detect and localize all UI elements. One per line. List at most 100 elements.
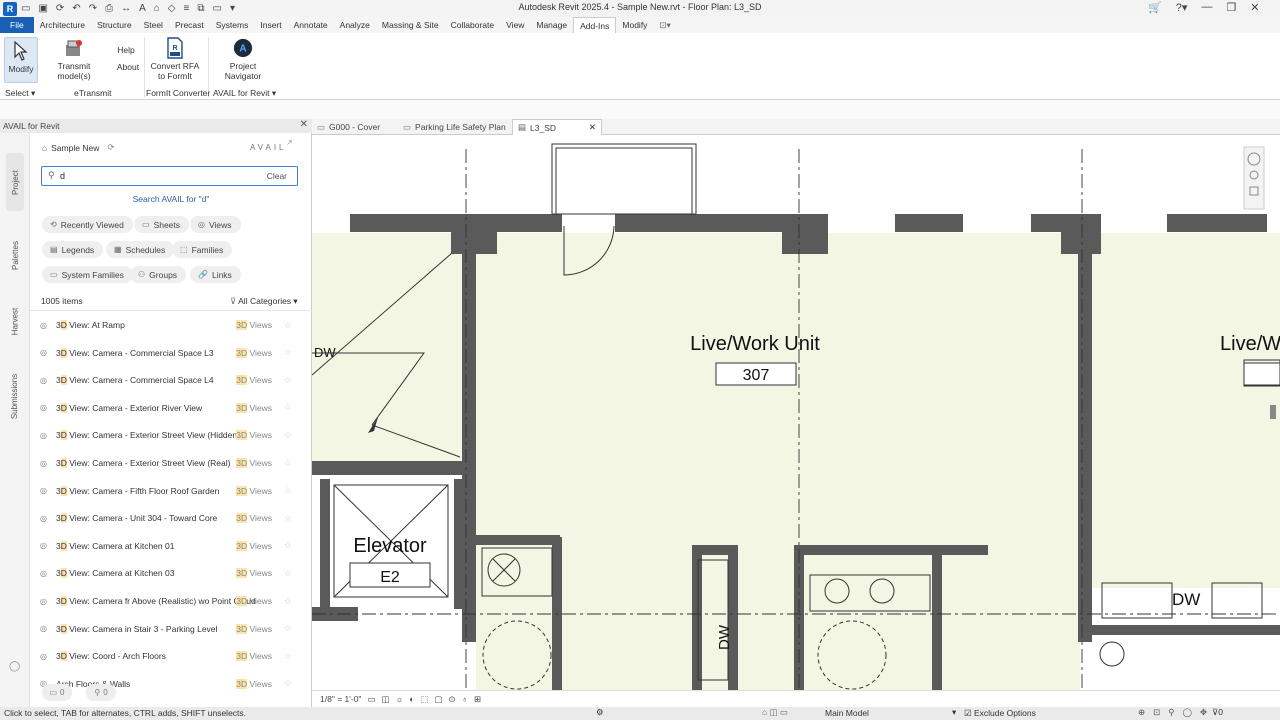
favorite-star-icon[interactable]: ☆ [284, 651, 292, 662]
tab-modify[interactable]: Modify [616, 17, 653, 33]
project-navigator-button[interactable]: A Project Navigator [218, 38, 268, 81]
active-model-dropdown[interactable]: Main Model [825, 708, 869, 718]
transmit-models-button[interactable]: Transmit model(s) [42, 38, 106, 81]
favorite-star-icon[interactable]: ☆ [284, 320, 292, 331]
elevator-label[interactable]: Elevator [353, 535, 427, 557]
open-icon[interactable]: ▭ [21, 3, 30, 14]
favorite-star-icon[interactable]: ☆ [284, 540, 292, 551]
favorite-star-icon[interactable]: ☆ [284, 678, 292, 689]
tags-counter[interactable]: ⚲ 0 [86, 684, 116, 701]
favorite-star-icon[interactable]: ☆ [284, 402, 292, 413]
room-number[interactable]: 307 [743, 367, 770, 384]
tab-file[interactable]: File [0, 17, 34, 33]
favorite-star-icon[interactable]: ☆ [284, 623, 292, 634]
dw-tag-left[interactable]: DW [314, 345, 336, 360]
list-item[interactable]: ◎ 3D View: Camera - Exterior Street View … [40, 454, 302, 472]
dw-tag-vertical[interactable]: DW [716, 624, 733, 650]
list-item[interactable]: ◎ 3D View: Coord - Arch Floors 3D Views ☆ [40, 647, 302, 665]
room-number-tag-2[interactable] [1243, 362, 1280, 386]
vtab-palettes[interactable]: Palettes [6, 223, 24, 287]
contextual-dropdown-icon[interactable]: ⊡▾ [653, 17, 676, 33]
view-tab-parking-life-safety[interactable]: ▭ Parking Life Safety Plan [398, 119, 511, 135]
comments-counter[interactable]: ▭ 0 [42, 684, 72, 701]
list-item[interactable]: ◎ 3D View: Camera - Exterior Street View … [40, 426, 302, 444]
close-hidden-icon[interactable]: ⧉ [197, 3, 204, 14]
category-filter-dropdown[interactable]: ⊽ All Categories ▾ [230, 296, 298, 307]
filter-chip-links[interactable]: 🔗 Links [190, 266, 241, 283]
list-item[interactable]: ◎ 3D View: Camera - Commercial Space L3 3D… [40, 344, 302, 362]
select-group-label[interactable]: Select ▾ [5, 88, 35, 99]
vtab-project[interactable]: Project [6, 153, 24, 211]
favorite-star-icon[interactable]: ☆ [284, 458, 292, 469]
list-item[interactable]: ◎ 3D View: At Ramp 3D Views ☆ [40, 316, 302, 334]
undo-icon[interactable]: ↶ [72, 3, 80, 14]
search-box[interactable]: ⚲ d Clear [41, 166, 298, 186]
list-item[interactable]: ◎ 3D View: Camera fr Above (Realistic) wo… [40, 592, 302, 610]
vertical-scrollbar-thumb[interactable] [1270, 405, 1276, 419]
scale-selector[interactable]: 1/8" = 1'-0" [320, 694, 361, 704]
3d-view-icon[interactable]: ⌂ [154, 3, 160, 14]
tab-architecture[interactable]: Architecture [34, 17, 91, 33]
text-icon[interactable]: A [139, 3, 146, 14]
vtab-submissions[interactable]: Submissions [6, 358, 24, 434]
tab-collaborate[interactable]: Collaborate [445, 17, 500, 33]
floor-plan-drawing[interactable]: Live/Work Unit 307 Live/W Elevator E2 DW… [312, 135, 1280, 690]
list-item[interactable]: ◎ 3D View: Camera at Kitchen 01 3D Views ☆ [40, 537, 302, 555]
filter-chip-recently-viewed[interactable]: ⟲ Recently Viewed [42, 216, 133, 233]
favorite-star-icon[interactable]: ☆ [284, 568, 292, 579]
tab-massing-site[interactable]: Massing & Site [376, 17, 445, 33]
list-item[interactable]: ◎ 3D View: Camera - Commercial Space L4 3D… [40, 371, 302, 389]
modify-button[interactable]: Modify [4, 37, 38, 83]
filter-icon[interactable]: ⊽0 [1212, 707, 1223, 718]
view-tab-l3-sd[interactable]: ▤ L3_SD ✕ [512, 119, 602, 135]
design-options-icon[interactable]: ⌂ ◫ ▭ [762, 707, 788, 718]
favorite-star-icon[interactable]: ☆ [284, 513, 292, 524]
close-tab-icon[interactable]: ✕ [589, 122, 596, 133]
temporary-hide-icon[interactable]: ⊙ [449, 694, 456, 705]
favorite-star-icon[interactable]: ☆ [284, 430, 292, 441]
detail-level-icon[interactable]: ▭ [367, 694, 375, 705]
navigation-bar[interactable] [1243, 146, 1265, 210]
close-panel-icon[interactable]: ✕ [300, 119, 308, 130]
exclude-options-checkbox[interactable]: ☑ Exclude Options [964, 708, 1036, 719]
drawing-canvas[interactable]: Live/Work Unit 307 Live/W Elevator E2 DW… [312, 135, 1280, 690]
room-name-live-work[interactable]: Live/Work Unit [690, 333, 820, 355]
close-icon[interactable]: ✕ [1250, 1, 1259, 14]
favorite-star-icon[interactable]: ☆ [284, 596, 292, 607]
filter-chip-sheets[interactable]: ▭ Sheets [134, 216, 190, 233]
visual-style-icon[interactable]: ◫ [381, 694, 389, 705]
list-item[interactable]: ◎ 3D View: Camera - Fifth Floor Roof Gard… [40, 482, 302, 500]
worksets-icon[interactable]: ⚙ [596, 707, 604, 718]
tab-annotate[interactable]: Annotate [288, 17, 334, 33]
revit-logo-icon[interactable]: R [3, 1, 17, 16]
measure-icon[interactable]: ↔ [121, 3, 131, 14]
help-icon[interactable]: ?▾ [1176, 1, 1188, 14]
room-name-right[interactable]: Live/W [1220, 333, 1280, 355]
tab-insert[interactable]: Insert [254, 17, 287, 33]
external-link-icon[interactable]: ↗ [286, 138, 293, 147]
avail-group-label[interactable]: AVAIL for Revit ▾ [213, 88, 276, 99]
search-input[interactable]: d [60, 171, 65, 181]
search-avail-link[interactable]: Search AVAIL for "d" [30, 194, 312, 204]
list-item[interactable]: ◎ 3D View: Camera at Kitchen 03 3D Views ☆ [40, 564, 302, 582]
list-item[interactable]: ◎Arch Floors & Walls3D Views☆ [40, 675, 302, 693]
print-icon[interactable]: ⎙ [105, 3, 113, 14]
list-item[interactable]: ◎ 3D View: Camera - Exterior River View 3D… [40, 399, 302, 417]
favorite-star-icon[interactable]: ☆ [284, 347, 292, 358]
shadows-icon[interactable]: ◐ [409, 694, 414, 704]
restore-icon[interactable]: ❐ [1226, 1, 1236, 14]
crop-region-icon[interactable]: ⬚ [420, 694, 428, 705]
section-icon[interactable]: ◇ [168, 3, 176, 14]
help-button[interactable]: Help [114, 45, 138, 55]
filter-chip-groups[interactable]: ⚇ Groups [130, 266, 187, 283]
view-tab-g000-cover[interactable]: ▭ G000 - Cover [312, 119, 385, 135]
reveal-hidden-icon[interactable]: ♁ [462, 694, 468, 704]
favorite-star-icon[interactable]: ☆ [284, 375, 292, 386]
tab-steel[interactable]: Steel [138, 17, 169, 33]
tab-structure[interactable]: Structure [91, 17, 138, 33]
filter-chip-legends[interactable]: ▤ Legends [42, 241, 104, 258]
tab-precast[interactable]: Precast [169, 17, 210, 33]
favorite-star-icon[interactable]: ☆ [284, 485, 292, 496]
list-item[interactable]: ◎ 3D View: Camera - Unit 304 - Toward Cor… [40, 509, 302, 527]
switch-windows-icon[interactable]: ▭ [212, 3, 221, 14]
